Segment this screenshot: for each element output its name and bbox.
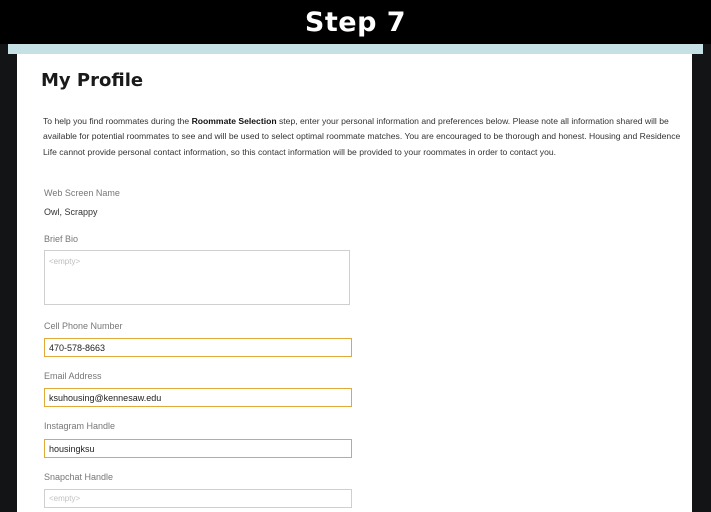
page-title: My Profile <box>41 70 144 91</box>
cell-phone-label: Cell Phone Number <box>44 321 123 331</box>
brief-bio-label: Brief Bio <box>44 234 79 244</box>
web-screen-name-label: Web Screen Name <box>44 188 120 198</box>
brief-bio-textarea[interactable]: <empty> <box>44 250 350 305</box>
web-screen-name-value: Owl, Scrappy <box>44 207 98 217</box>
email-label: Email Address <box>44 371 102 381</box>
snapchat-input[interactable]: <empty> <box>44 489 352 508</box>
instagram-label: Instagram Handle <box>44 421 116 431</box>
intro-text: To help you find roommates during the Ro… <box>43 114 683 160</box>
page: Step 7 My Profile To help you find roomm… <box>0 0 711 512</box>
step-banner: Step 7 <box>0 0 711 44</box>
profile-panel: My Profile To help you find roommates du… <box>17 54 692 512</box>
cell-phone-input[interactable]: 470-578-8663 <box>44 338 352 357</box>
instagram-input[interactable]: housingksu <box>44 439 352 458</box>
roommate-selection-emphasis: Roommate Selection <box>191 116 277 126</box>
email-input[interactable]: ksuhousing@kennesaw.edu <box>44 388 352 407</box>
accent-bar <box>8 44 703 54</box>
snapchat-label: Snapchat Handle <box>44 472 114 482</box>
intro-text-start: To help you find roommates during the <box>43 116 192 126</box>
step-title: Step 7 <box>304 6 407 38</box>
